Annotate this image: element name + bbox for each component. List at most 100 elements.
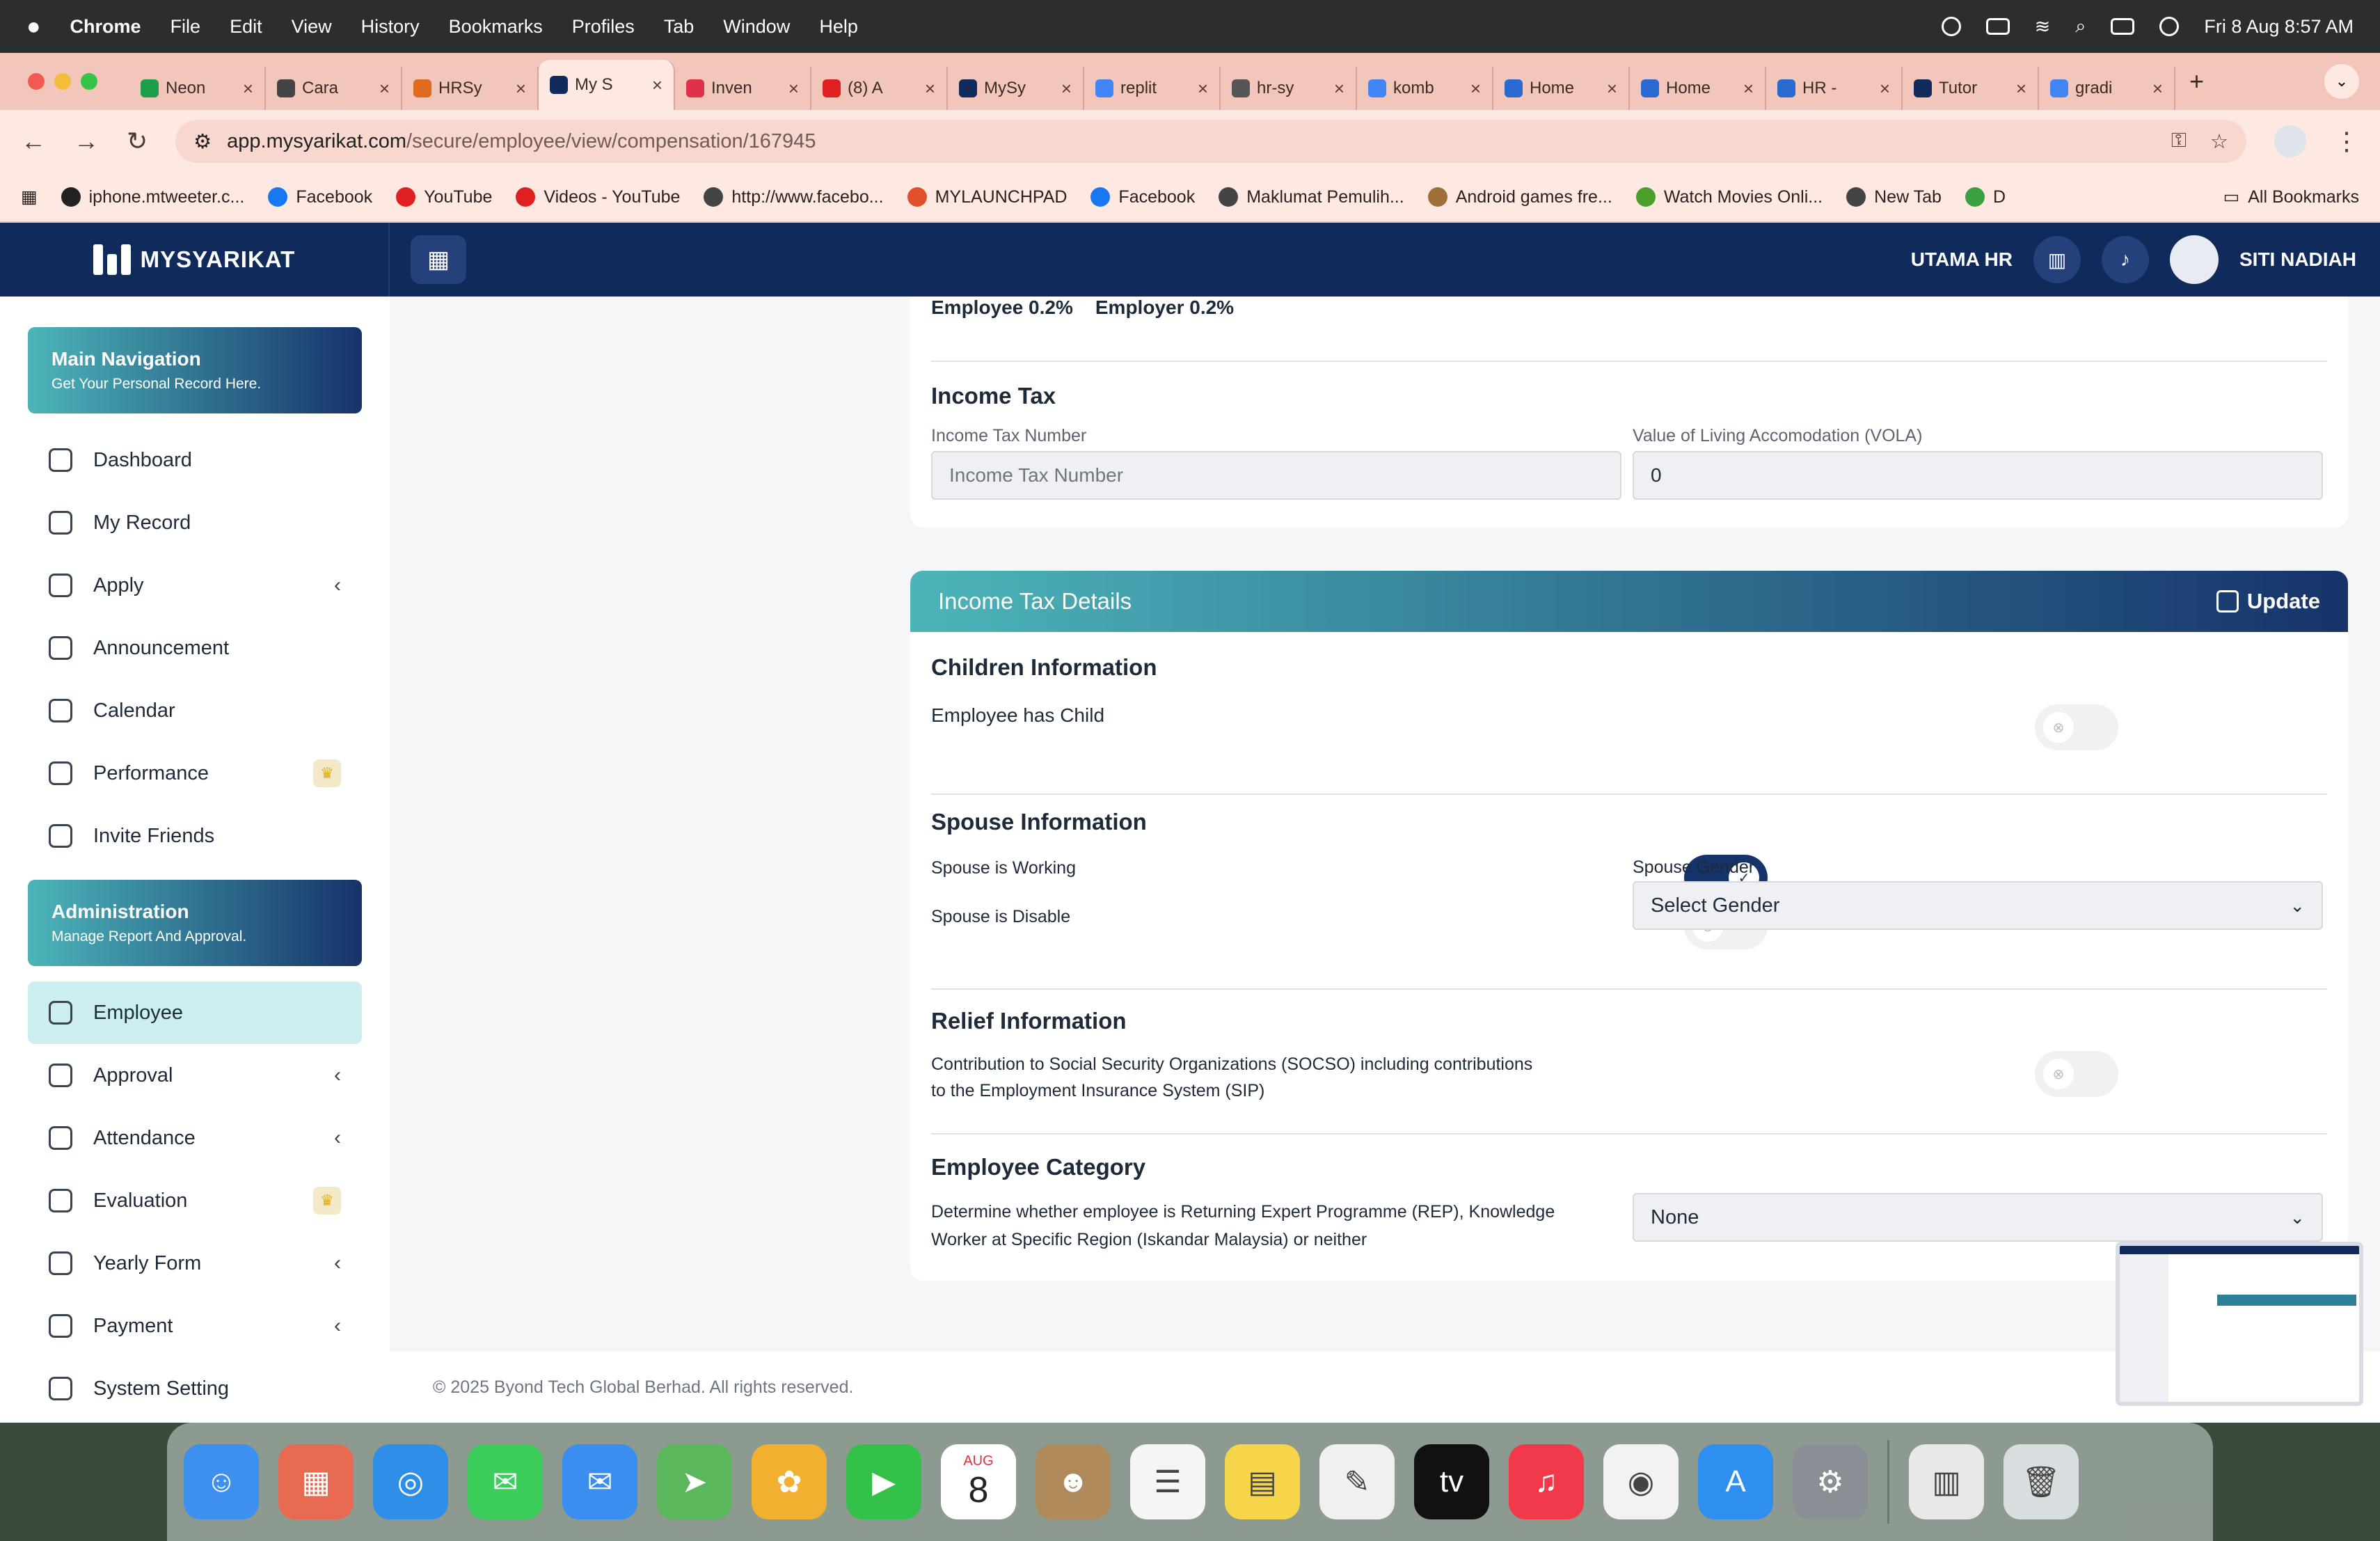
sidebar-item-dashboard[interactable]: Dashboard [28, 429, 362, 491]
user-name[interactable]: SITI NADIAH [2239, 248, 2356, 271]
tab-close-icon[interactable]: × [788, 78, 799, 100]
tab-close-icon[interactable]: × [1743, 78, 1754, 100]
sidebar-item-calendar[interactable]: Calendar [28, 679, 362, 742]
screen-record-icon[interactable] [1941, 17, 1961, 36]
menu-view[interactable]: View [292, 16, 332, 38]
tab-close-icon[interactable]: × [1061, 78, 1072, 100]
bookmark-item[interactable]: MYLAUNCHPAD [907, 187, 1067, 207]
browser-tab[interactable]: Cara × [266, 67, 402, 110]
bookmark-star-icon[interactable]: ☆ [2210, 129, 2228, 154]
browser-tab[interactable]: gradi × [2039, 67, 2175, 110]
bookmark-item[interactable]: D [1965, 187, 2006, 207]
income-tax-number-input[interactable]: Income Tax Number [931, 451, 1621, 500]
user-avatar[interactable] [2170, 235, 2219, 284]
notification-bell-icon[interactable]: ♪ [2102, 236, 2149, 283]
preview-icon[interactable]: ▥ [1909, 1444, 1984, 1519]
screenshot-thumbnail[interactable] [2116, 1242, 2363, 1406]
tab-close-icon[interactable]: × [1334, 78, 1344, 100]
company-switch-icon[interactable]: ▥ [2033, 236, 2081, 283]
messages-icon[interactable]: ✉ [468, 1444, 543, 1519]
photos-icon[interactable]: ✿ [752, 1444, 827, 1519]
sidebar-item-payment[interactable]: Payment ‹ [28, 1295, 362, 1357]
browser-tab[interactable]: Home × [1493, 67, 1630, 110]
sidebar-item-announcement[interactable]: Announcement [28, 617, 362, 679]
socso-toggle[interactable]: ⊗ [2035, 1051, 2118, 1097]
tab-search-icon[interactable]: ⌄ [2324, 64, 2359, 99]
browser-tab[interactable]: Inven × [675, 67, 811, 110]
app-launcher-button[interactable]: ▦ [411, 235, 466, 284]
browser-tab[interactable]: MySy × [948, 67, 1084, 110]
new-tab-button[interactable]: + [2189, 67, 2204, 96]
minimize-window-button[interactable] [54, 73, 71, 90]
sidebar-item-apply[interactable]: Apply ‹ [28, 554, 362, 617]
bookmark-item[interactable]: http://www.facebo... [704, 187, 884, 207]
company-name[interactable]: UTAMA HR [1911, 248, 2013, 271]
freeform-icon[interactable]: ✎ [1319, 1444, 1395, 1519]
menu-app-chrome[interactable]: Chrome [70, 16, 141, 38]
sidebar-item-attendance[interactable]: Attendance ‹ [28, 1107, 362, 1169]
trash-icon[interactable]: 🗑 [2004, 1444, 2079, 1519]
tab-close-icon[interactable]: × [1880, 78, 1890, 100]
reminders-icon[interactable]: ☰ [1130, 1444, 1205, 1519]
safari-icon[interactable]: ◎ [373, 1444, 448, 1519]
maps-icon[interactable]: ➤ [657, 1444, 732, 1519]
settings-icon[interactable]: ⚙ [1793, 1444, 1868, 1519]
all-bookmarks[interactable]: ▭ All Bookmarks [2223, 187, 2359, 207]
sidebar-item-my-record[interactable]: My Record [28, 491, 362, 554]
browser-tab[interactable]: replit × [1084, 67, 1221, 110]
tab-close-icon[interactable]: × [516, 78, 526, 100]
bookmark-item[interactable]: iphone.mtweeter.c... [61, 187, 244, 207]
vola-input[interactable]: 0 [1633, 451, 2323, 500]
tab-close-icon[interactable]: × [2016, 78, 2026, 100]
app-logo[interactable]: MYSYARIKAT [0, 223, 390, 297]
back-icon[interactable]: ← [21, 127, 46, 156]
forward-icon[interactable]: → [74, 127, 99, 156]
control-center-icon[interactable] [2111, 18, 2135, 35]
menu-window[interactable]: Window [723, 16, 790, 38]
tab-close-icon[interactable]: × [925, 78, 935, 100]
tab-close-icon[interactable]: × [1607, 78, 1617, 100]
bookmark-item[interactable]: Maklumat Pemulih... [1219, 187, 1404, 207]
bookmark-item[interactable]: Facebook [1090, 187, 1195, 207]
browser-tab[interactable]: Neon × [129, 67, 266, 110]
reload-icon[interactable]: ↻ [127, 127, 148, 156]
browser-tab[interactable]: HR - × [1766, 67, 1903, 110]
calendar-icon[interactable]: AUG 8 [941, 1444, 1016, 1519]
menu-bookmarks[interactable]: Bookmarks [449, 16, 543, 38]
spouse-gender-select[interactable]: Select Gender ⌄ [1633, 881, 2323, 930]
bookmark-item[interactable]: Facebook [268, 187, 372, 207]
spotlight-search-icon[interactable]: ⌕ [2075, 15, 2086, 38]
browser-tab[interactable]: (8) A × [811, 67, 948, 110]
launchpad-icon[interactable]: ▦ [278, 1444, 354, 1519]
contacts-icon[interactable]: ☻ [1036, 1444, 1111, 1519]
tab-close-icon[interactable]: × [1470, 78, 1481, 100]
browser-tab[interactable]: My S × [539, 60, 675, 110]
sidebar-item-evaluation[interactable]: Evaluation ♛ [28, 1169, 362, 1232]
chrome-menu-icon[interactable]: ⋮ [2334, 127, 2359, 156]
browser-tab[interactable]: Home × [1630, 67, 1766, 110]
notes-icon[interactable]: ▤ [1225, 1444, 1300, 1519]
menu-tab[interactable]: Tab [664, 16, 695, 38]
menu-help[interactable]: Help [819, 16, 858, 38]
appstore-icon[interactable]: A [1698, 1444, 1773, 1519]
chrome-icon[interactable]: ◉ [1603, 1444, 1679, 1519]
apps-grid-icon[interactable]: ▦ [21, 187, 38, 207]
has-child-toggle[interactable]: ⊗ [2035, 704, 2118, 750]
sidebar-item-approval[interactable]: Approval ‹ [28, 1044, 362, 1107]
menu-history[interactable]: History [361, 16, 420, 38]
sidebar-item-system-setting[interactable]: System Setting [28, 1357, 362, 1420]
update-button[interactable]: Update [2216, 589, 2320, 614]
site-info-icon[interactable]: ⚙ [193, 129, 212, 154]
menu-profiles[interactable]: Profiles [572, 16, 635, 38]
zoom-window-button[interactable] [81, 73, 97, 90]
bookmark-item[interactable]: Android games fre... [1427, 187, 1612, 207]
browser-tab[interactable]: Tutor × [1903, 67, 2039, 110]
mail-icon[interactable]: ✉ [562, 1444, 637, 1519]
sidebar-item-yearly-form[interactable]: Yearly Form ‹ [28, 1232, 362, 1295]
menubar-clock[interactable]: Fri 8 Aug 8:57 AM [2204, 16, 2354, 38]
sidebar-item-performance[interactable]: Performance ♛ [28, 742, 362, 805]
browser-tab[interactable]: HRSy × [402, 67, 539, 110]
siri-icon[interactable] [2159, 17, 2180, 36]
battery-icon[interactable] [1985, 18, 2010, 35]
facetime-icon[interactable]: ▶ [846, 1444, 921, 1519]
